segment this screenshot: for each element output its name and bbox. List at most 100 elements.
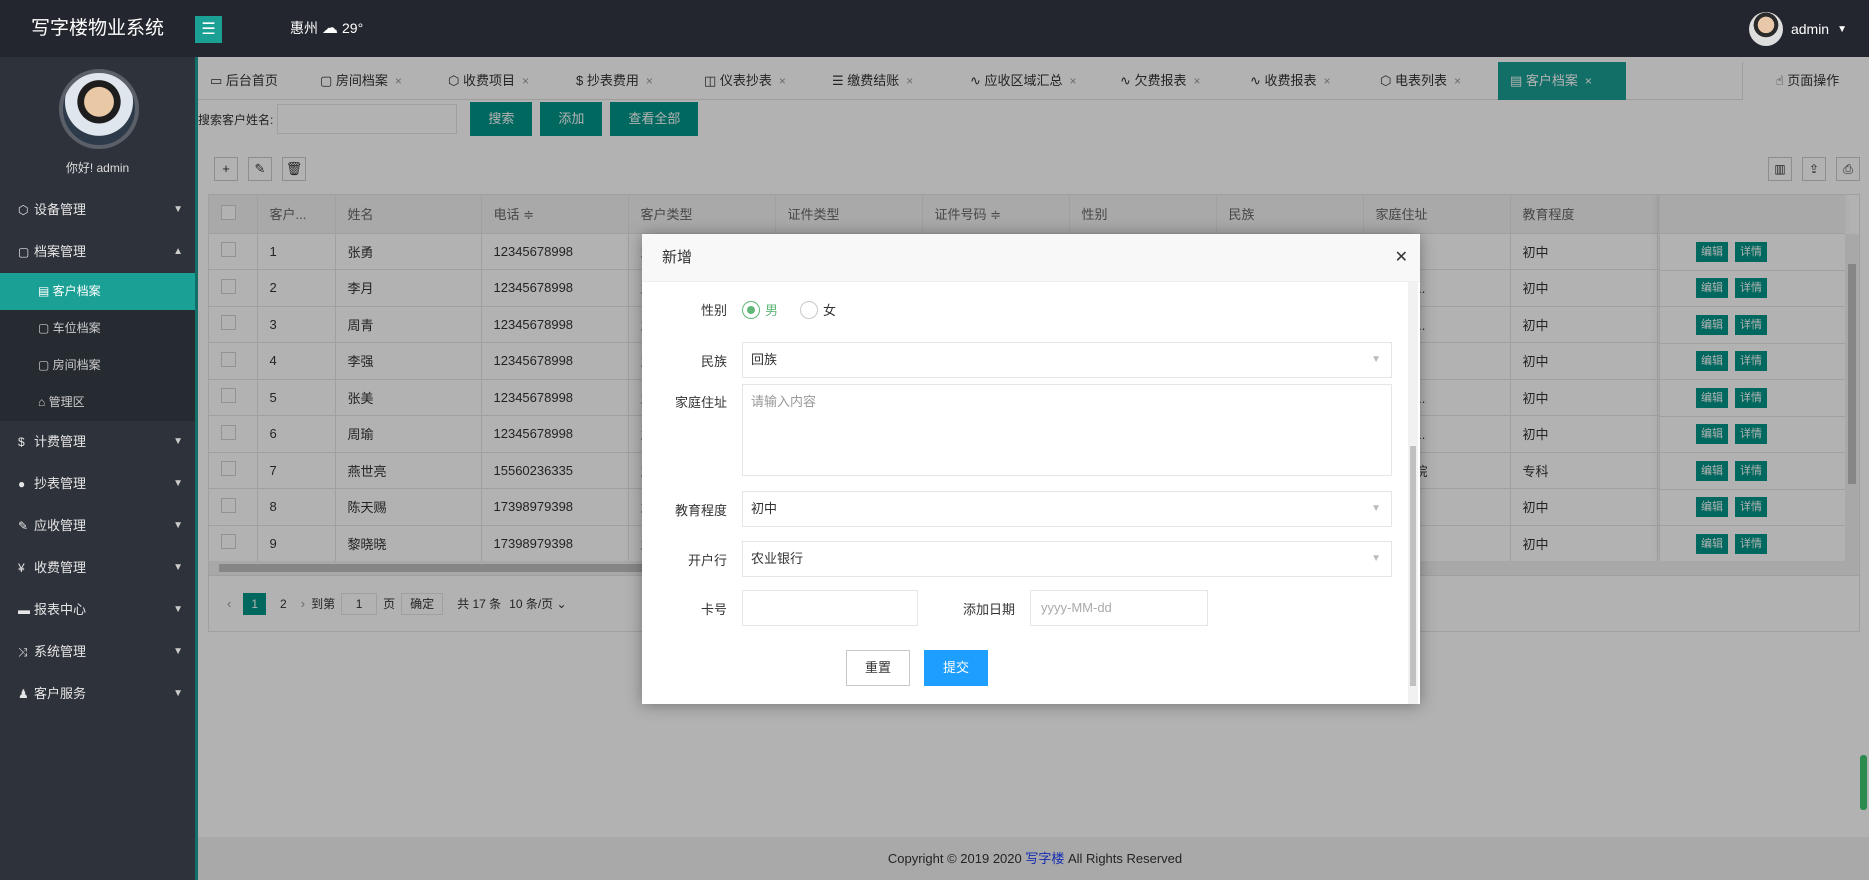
menu-toggle-icon[interactable]: ☰ xyxy=(195,16,222,43)
reset-button[interactable]: 重置 xyxy=(846,650,910,686)
sidebar-item-label: 管理区 xyxy=(48,395,85,409)
sidebar-item-label: 客户服务 xyxy=(34,686,87,701)
pen-icon: ✎ xyxy=(18,519,29,533)
gender-row: 性别 男 女 xyxy=(642,300,858,319)
ethnic-select[interactable]: 回族 ▼ xyxy=(742,342,1392,378)
address-label: 家庭住址 xyxy=(674,395,727,410)
sidebar-item-label: 房间档案 xyxy=(52,358,101,372)
add-date-input[interactable]: yyyy-MM-dd xyxy=(1030,590,1208,626)
person-icon: ♟ xyxy=(18,687,29,701)
sidebar-item-label: 车位档案 xyxy=(52,321,101,335)
chevron-down-icon: ▼ xyxy=(173,478,183,489)
ethnic-label: 民族 xyxy=(700,353,727,369)
gender-male-radio[interactable]: 男 xyxy=(742,300,778,319)
sidebar-item-label: 抄表管理 xyxy=(34,476,87,491)
weather-widget: 惠州 ☁ 29° xyxy=(290,18,363,38)
radio-label: 女 xyxy=(823,303,837,318)
chevron-down-icon: ▼ xyxy=(173,646,183,657)
dot-icon: ● xyxy=(18,477,26,491)
file-icon: ▢ xyxy=(38,358,53,372)
select-value: 初中 xyxy=(751,501,778,516)
sidebar-item-label: 设备管理 xyxy=(34,202,87,217)
radio-label: 男 xyxy=(765,303,779,318)
top-bar: 写字楼物业系统 ☰ 惠州 ☁ 29° admin ▼ xyxy=(0,0,1869,57)
app-title: 写字楼物业系统 xyxy=(30,17,164,39)
chevron-down-icon: ▼ xyxy=(173,604,183,615)
file-icon: ▢ xyxy=(38,321,53,335)
card-label: 卡号 xyxy=(700,601,727,617)
card-row: 卡号 添加日期 yyyy-MM-dd xyxy=(642,590,1208,626)
sidebar-item-label: 客户档案 xyxy=(52,284,101,298)
page-scroll-indicator[interactable] xyxy=(1860,755,1867,810)
bank-select[interactable]: 农业银行 ▼ xyxy=(742,541,1392,577)
caret-down-icon: ▼ xyxy=(1837,23,1847,35)
profile-avatar xyxy=(59,69,139,149)
chevron-down-icon: ▼ xyxy=(1371,354,1381,365)
select-value: 农业银行 xyxy=(751,551,804,566)
sidebar-item-service[interactable]: ♟ 客户服务 ▼ xyxy=(0,673,195,715)
doc-icon: ▤ xyxy=(38,284,53,298)
sidebar-item-label: 档案管理 xyxy=(34,244,87,259)
chevron-down-icon: ▼ xyxy=(173,204,183,215)
sidebar-item-room-archive[interactable]: ▢ 房间档案 xyxy=(0,347,195,384)
sidebar-item-label: 计费管理 xyxy=(34,434,87,449)
sidebar-nav: ⬡ 设备管理 ▼ ▢ 档案管理 ▲ ▤ 客户档案 ▢ 车位档案 ▢ 房间档案 ⌂ 管理区… xyxy=(0,189,195,715)
chevron-down-icon: ▼ xyxy=(173,520,183,531)
address-textarea[interactable]: 请输入内容 xyxy=(742,384,1392,476)
card-number-input[interactable] xyxy=(742,590,918,626)
chevron-down-icon: ▼ xyxy=(1371,503,1381,514)
bank-row: 开户行 农业银行 ▼ xyxy=(642,541,1392,577)
sidebar-item-customer-archive[interactable]: ▤ 客户档案 xyxy=(0,273,195,310)
add-customer-modal: 新增 ✕ 性别 男 女 民族 回族 ▼ 家庭住址 请输入内容 教育程度 初中 ▼ 开… xyxy=(642,234,1420,704)
chevron-down-icon: ▼ xyxy=(173,688,183,699)
user-menu[interactable]: admin ▼ xyxy=(1748,12,1847,46)
chevron-down-icon: ▼ xyxy=(173,436,183,447)
sidebar-item-parking-archive[interactable]: ▢ 车位档案 xyxy=(0,310,195,347)
close-icon[interactable]: ✕ xyxy=(1395,234,1408,282)
file-icon: ▢ xyxy=(18,245,30,259)
sidebar-item-device[interactable]: ⬡ 设备管理 ▼ xyxy=(0,189,195,231)
greeting: 你好! admin xyxy=(65,161,130,175)
shuffle-icon: ⤨ xyxy=(18,645,28,659)
select-value: 回族 xyxy=(751,352,778,367)
sidebar-item-label: 系统管理 xyxy=(34,644,87,659)
modal-scrollbar[interactable] xyxy=(1408,282,1418,704)
yen-icon: ¥ xyxy=(18,561,25,575)
chevron-down-icon: ▼ xyxy=(1371,553,1381,564)
chevron-down-icon: ▼ xyxy=(173,562,183,573)
sidebar-item-billing[interactable]: $ 计费管理 ▼ xyxy=(0,421,195,463)
ethnic-row: 民族 回族 ▼ xyxy=(642,342,1392,378)
user-name: admin xyxy=(1790,21,1830,37)
avatar xyxy=(1748,12,1783,46)
weather-temp: 29° xyxy=(342,20,364,36)
home-icon: ⌂ xyxy=(38,395,49,409)
education-select[interactable]: 初中 ▼ xyxy=(742,491,1392,527)
cloud-icon: ☁ xyxy=(322,20,338,37)
cube-icon: ⬡ xyxy=(18,203,29,217)
gender-label: 性别 xyxy=(700,303,727,318)
sidebar: 你好! admin ⬡ 设备管理 ▼ ▢ 档案管理 ▲ ▤ 客户档案 ▢ 车位档案 ▢ … xyxy=(0,57,195,880)
dollar-icon: $ xyxy=(18,435,25,449)
sidebar-item-archive[interactable]: ▢ 档案管理 ▲ xyxy=(0,231,195,273)
sidebar-item-report[interactable]: ▬ 报表中心 ▼ xyxy=(0,589,195,631)
gender-female-radio[interactable]: 女 xyxy=(800,300,836,319)
weather-city: 惠州 xyxy=(290,20,318,36)
sidebar-item-meter[interactable]: ● 抄表管理 ▼ xyxy=(0,463,195,505)
education-label: 教育程度 xyxy=(674,502,727,518)
sidebar-item-label: 应收管理 xyxy=(34,518,87,533)
education-row: 教育程度 初中 ▼ xyxy=(642,491,1392,527)
address-row: 家庭住址 请输入内容 xyxy=(642,384,1392,476)
sidebar-item-label: 收费管理 xyxy=(34,560,87,575)
modal-title: 新增 xyxy=(642,234,1420,282)
sidebar-item-label: 报表中心 xyxy=(34,602,87,617)
modal-form: 性别 男 女 民族 回族 ▼ 家庭住址 请输入内容 教育程度 初中 ▼ 开户行 农业… xyxy=(642,282,1420,704)
bank-label: 开户行 xyxy=(687,552,727,568)
sidebar-item-manage-area[interactable]: ⌂ 管理区 xyxy=(0,384,195,421)
sidebar-item-charge[interactable]: ¥ 收费管理 ▼ xyxy=(0,547,195,589)
sidebar-item-system[interactable]: ⤨ 系统管理 ▼ xyxy=(0,631,195,673)
submit-button[interactable]: 提交 xyxy=(924,650,988,686)
chevron-up-icon: ▲ xyxy=(173,246,183,257)
sidebar-item-receivable[interactable]: ✎ 应收管理 ▼ xyxy=(0,505,195,547)
monitor-icon: ▬ xyxy=(18,603,30,617)
date-label: 添加日期 xyxy=(962,601,1015,617)
